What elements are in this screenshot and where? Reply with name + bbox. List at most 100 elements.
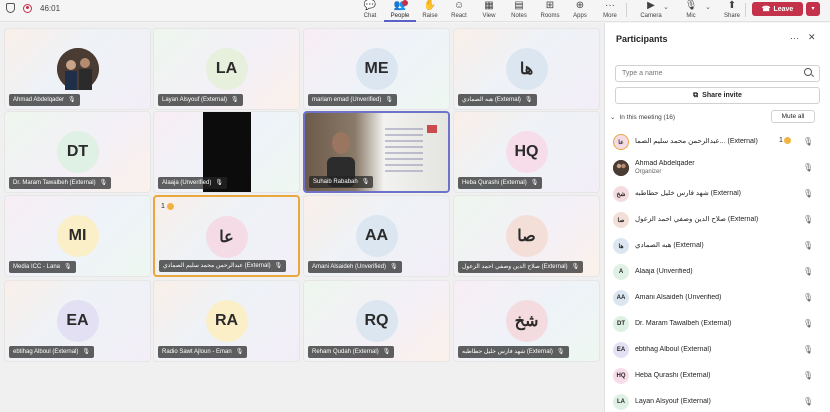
- search-icon[interactable]: [804, 68, 812, 76]
- hand-count: 1: [779, 137, 783, 144]
- participant-tile[interactable]: LA Layan Alsyouf (External) 🎙: [153, 28, 300, 110]
- participant-display-name: Dr. Maram Tawalbeh (External): [635, 320, 732, 327]
- toolbar-view-button[interactable]: ▦ View: [473, 0, 505, 22]
- participant-name: Suhaib Rababah: [313, 179, 358, 185]
- participant-list-item[interactable]: عا عبدالرحمن محمد سليم الصما... (External…: [613, 131, 825, 153]
- participant-display-name: شهد فارس خليل حطاطبه (External): [635, 190, 741, 197]
- toolbar-people-button[interactable]: 👥 People: [384, 0, 416, 22]
- mic-off-icon[interactable]: 🎙: [803, 215, 813, 224]
- hand-count: 1: [161, 203, 165, 210]
- toolbar-notes-button[interactable]: ▤ Notes: [503, 0, 535, 22]
- more-options-icon[interactable]: ···: [790, 33, 799, 43]
- participant-name: Layan Alsyouf (External): [162, 97, 228, 103]
- mic-off-icon[interactable]: 🎙: [803, 137, 813, 146]
- toolbar-label: Camera: [640, 13, 662, 19]
- participant-list-item[interactable]: EA ebtihag Alboul (External) 🎙: [613, 339, 825, 361]
- avatar: MI: [56, 215, 99, 257]
- mic-off-icon[interactable]: 🎙: [803, 371, 813, 380]
- share-invite-button[interactable]: ⧉ Share invite: [615, 87, 820, 104]
- participant-name-tag: Dr. Maram Tawalbeh (External) 🎙: [9, 177, 112, 189]
- participant-name-tag: Alaaja (Unverified) 🎙: [158, 177, 227, 189]
- participant-tile[interactable]: HQ Heba Qurashi (External) 🎙: [453, 111, 600, 193]
- mic-off-icon: 🎙: [571, 264, 580, 270]
- toolbar-chat-button[interactable]: 💬 Chat: [354, 0, 386, 22]
- toolbar-react-button[interactable]: ☺ React: [443, 0, 475, 22]
- participant-tile[interactable]: Alaaja (Unverified) 🎙: [153, 111, 300, 193]
- toolbar-raise-button[interactable]: ✋ Raise: [414, 0, 446, 22]
- participant-list-item[interactable]: AA Amani Alsaideh (Unverified) 🎙: [613, 287, 825, 309]
- in-meeting-section-toggle[interactable]: ⌄ In this meeting (16): [610, 113, 675, 122]
- chevron-down-icon[interactable]: ⌄: [705, 3, 711, 11]
- participant-tile[interactable]: Suhaib Rababah 🎙: [303, 111, 450, 193]
- participant-tile[interactable]: RQ Reham Qudah (External) 🎙: [303, 280, 450, 362]
- participant-list-item[interactable]: DT Dr. Maram Tawalbeh (External) 🎙: [613, 313, 825, 335]
- participant-tile[interactable]: شخ شهد فارس خليل حطاطبه (External) 🎙: [453, 280, 600, 362]
- mic-off-icon: 🎙: [99, 180, 108, 186]
- mic-off-icon[interactable]: 🎙: [803, 319, 813, 328]
- participant-tile[interactable]: ها هبه الصمادي (External) 🎙: [453, 28, 600, 110]
- phone-icon: ☎: [761, 6, 771, 13]
- participant-tile[interactable]: AA Amani Alsaideh (Unverified) 🎙: [303, 195, 450, 277]
- mic-off-icon[interactable]: 🎙: [803, 189, 813, 198]
- toolbar-label: Mic: [686, 13, 696, 19]
- participant-name: هبه الصمادي (External): [462, 97, 521, 103]
- avatar: ها: [505, 48, 548, 90]
- raised-hand-badge: 1: [779, 137, 791, 144]
- participant-name-tag: Layan Alsyouf (External) 🎙: [158, 94, 243, 106]
- react-icon: ☺: [453, 0, 465, 11]
- avatar: [56, 48, 99, 90]
- search-input[interactable]: [615, 65, 820, 82]
- avatar: AA: [355, 215, 398, 257]
- toolbar-label: Share: [723, 13, 740, 19]
- avatar: HQ: [505, 131, 548, 173]
- mic-off-icon[interactable]: 🎙: [803, 397, 813, 406]
- close-icon[interactable]: ✕: [808, 32, 816, 43]
- participant-name: عبدالرحمن محمد سليم الصما... (External): [635, 138, 785, 146]
- avatar: EA: [56, 300, 99, 342]
- toolbar-label: People: [390, 13, 410, 19]
- participant-tile[interactable]: Ahmad Abdelqader 🎙: [4, 28, 151, 110]
- participant-name-tag: عبدالرحمن محمد سليم الصمادي (External) 🎙: [159, 260, 287, 272]
- participant-tile[interactable]: DT Dr. Maram Tawalbeh (External) 🎙: [4, 111, 151, 193]
- meeting-toolbar: 46:01 💬 Chat 👥 People ✋ Raise ☺ React ▦ View ▤ Note…: [0, 0, 830, 22]
- participant-list-item[interactable]: صا صلاح الدين وصفي احمد الزعول (External)…: [613, 209, 825, 231]
- participant-list-item[interactable]: ها هبه الصمادي (External) 🎙: [613, 235, 825, 257]
- avatar: ME: [355, 48, 398, 90]
- participant-name: Radio Sawt Ajloun - Eman: [162, 349, 232, 355]
- participant-tile[interactable]: صا صلاح الدين وصفي احمد الزعول (External)…: [453, 195, 600, 277]
- notification-badge: [402, 0, 408, 6]
- participant-tile[interactable]: ME mariam emad (Unverified) 🎙: [303, 28, 450, 110]
- participant-list-item[interactable]: A Alaaja (Unverified) 🎙: [613, 261, 825, 283]
- mic-off-icon[interactable]: 🎙: [803, 241, 813, 250]
- participant-tile[interactable]: MI Media ICC - Lana 🎙: [4, 195, 151, 277]
- leave-options-chevron-icon[interactable]: ▾: [806, 2, 820, 16]
- mic-off-icon[interactable]: 🎙: [803, 345, 813, 354]
- toolbar-label: Apps: [573, 13, 587, 19]
- participant-list-item[interactable]: شخ شهد فارس خليل حطاطبه (External) 🎙: [613, 183, 825, 205]
- toolbar-mic-button[interactable]: 🎙 Mic: [675, 0, 707, 22]
- mic-off-icon[interactable]: 🎙: [803, 163, 813, 172]
- participant-tile[interactable]: RA Radio Sawt Ajloun - Eman 🎙: [153, 280, 300, 362]
- participant-tile[interactable]: عا 1 عبدالرحمن محمد سليم الصمادي (External…: [153, 195, 300, 277]
- mic-off-icon[interactable]: 🎙: [803, 293, 813, 302]
- mic-off-icon: 🎙: [274, 263, 283, 269]
- toolbar-apps-button[interactable]: ⊕ Apps: [564, 0, 596, 22]
- participant-tile[interactable]: EA ebtihag Alboul (External) 🎙: [4, 280, 151, 362]
- toolbar-more-button[interactable]: ··· More: [594, 0, 626, 22]
- mute-all-button[interactable]: Mute all: [771, 110, 815, 123]
- toolbar-rooms-button[interactable]: ⊞ Rooms: [534, 0, 566, 22]
- participant-name: mariam emad (Unverified): [312, 97, 382, 103]
- rooms-icon: ⊞: [545, 0, 555, 11]
- participant-name: Alaaja (Unverified): [635, 268, 785, 276]
- toolbar-share-button[interactable]: ⬆ Share: [716, 0, 748, 22]
- avatar: HQ: [613, 368, 629, 384]
- chevron-down-icon[interactable]: ⌄: [663, 3, 669, 11]
- participant-display-name: Ahmad Abdelqader: [635, 160, 695, 167]
- avatar: AA: [613, 290, 629, 306]
- participant-list-item[interactable]: LA Layan Alsyouf (External) 🎙: [613, 391, 825, 412]
- participant-list-item[interactable]: HQ Heba Qurashi (External) 🎙: [613, 365, 825, 387]
- mic-off-icon[interactable]: 🎙: [803, 267, 813, 276]
- panel-title: Participants: [616, 34, 668, 44]
- leave-button[interactable]: ☎ Leave: [752, 2, 803, 16]
- participant-list-item[interactable]: Ahmad Abdelqader Organizer 🎙: [613, 157, 825, 179]
